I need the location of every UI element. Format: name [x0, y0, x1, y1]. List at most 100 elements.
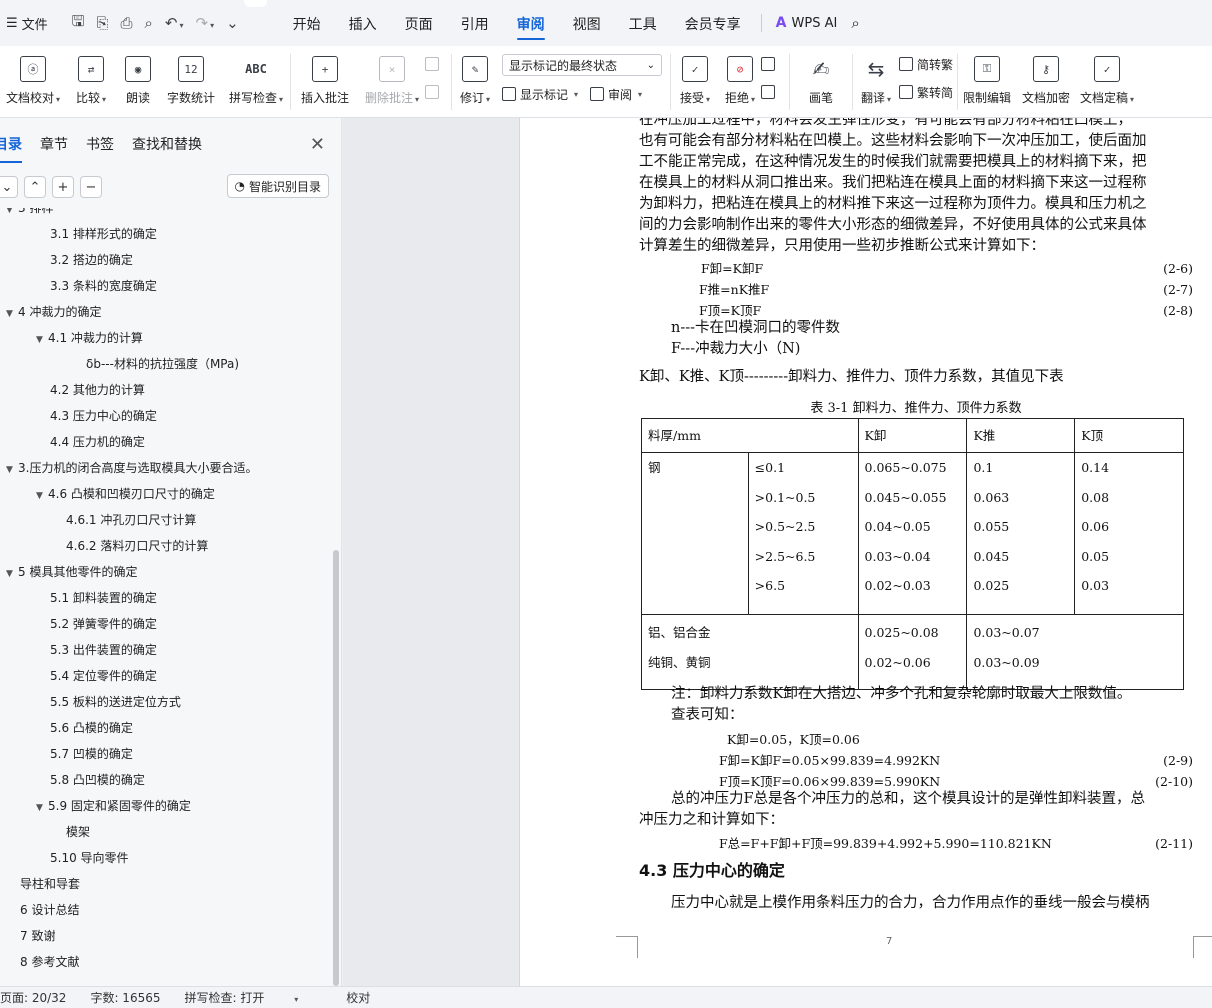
- toc-item[interactable]: ▼ 3.压力机的闭合高度与选取模具大小要合适。: [6, 455, 257, 481]
- save-icon[interactable]: 🖫: [72, 11, 85, 36]
- reject-button[interactable]: ⊘ 拒绝 ▾: [719, 46, 761, 118]
- document-tab[interactable]: [244, 0, 267, 7]
- more-icon[interactable]: ⌄: [226, 14, 239, 32]
- tab-review[interactable]: 审阅: [503, 0, 559, 46]
- compare-button[interactable]: ⇄ 比较 ▾: [66, 46, 116, 118]
- toc-item[interactable]: 4.4 压力机的确定: [50, 429, 145, 455]
- next-change-icon[interactable]: [761, 85, 775, 99]
- toc-item[interactable]: ▼ 5 模具其他零件的确定: [6, 559, 137, 585]
- wps-ai-button[interactable]: A WPS AI: [776, 15, 838, 31]
- toc-item[interactable]: ▼ 4.6 凸模和凹模刃口尺寸的确定: [36, 481, 215, 507]
- toc-item[interactable]: 3.3 条料的宽度确定: [50, 273, 157, 299]
- toc-item[interactable]: ▼ 4 冲裁力的确定: [6, 299, 101, 325]
- toc-item[interactable]: ▼ 5.9 固定和紧固零件的确定: [36, 793, 191, 819]
- toc-item[interactable]: 5.8 凸凹模的确定: [50, 767, 145, 793]
- doc-check-button[interactable]: ⓐ 文档校对 ▾: [0, 46, 66, 118]
- show-markup-button[interactable]: 显示标记: [520, 86, 568, 103]
- toc-item[interactable]: 5.2 弹簧零件的确定: [50, 611, 157, 637]
- nav-tab-toc[interactable]: 目录: [0, 134, 22, 163]
- to-traditional-button[interactable]: 简转繁: [899, 54, 957, 74]
- add-heading-icon[interactable]: +: [52, 176, 74, 198]
- smart-toc-button[interactable]: ◔ 智能识别目录: [226, 174, 329, 198]
- toc-item[interactable]: 4.2 其他力的计算: [50, 377, 145, 403]
- print-icon[interactable]: ⎙: [120, 14, 132, 32]
- encrypt-button[interactable]: ⚷ 文档加密: [1016, 46, 1076, 118]
- toc-item[interactable]: 4.6.2 落料刃口尺寸的计算: [66, 533, 208, 559]
- nav-tab-bookmarks[interactable]: 书签: [86, 134, 114, 154]
- ink-button[interactable]: ✍ 画笔: [790, 46, 852, 118]
- read-aloud-button[interactable]: ◉ 朗读: [116, 46, 160, 118]
- insert-comment-button[interactable]: + 插入批注: [291, 46, 359, 118]
- tab-insert[interactable]: 插入: [335, 0, 391, 46]
- print-preview-icon[interactable]: ⌕: [144, 14, 152, 32]
- export-icon[interactable]: ⎘: [96, 14, 108, 32]
- wps-ai-label: WPS AI: [791, 15, 838, 31]
- tab-references[interactable]: 引用: [447, 0, 503, 46]
- spell-check-indicator[interactable]: 拼写检查: 打开 ▾: [185, 989, 323, 1006]
- expand-caret-icon[interactable]: ▼: [36, 483, 48, 509]
- toc-item[interactable]: 5.4 定位零件的确定: [50, 663, 157, 689]
- toc-item[interactable]: 3.2 搭边的确定: [50, 247, 133, 273]
- toc-item[interactable]: 4.6.1 冲孔刃口尺寸计算: [66, 507, 196, 533]
- toc-item[interactable]: 7 致谢: [20, 923, 55, 949]
- toc-item[interactable]: 4.3 压力中心的确定: [50, 403, 157, 429]
- tab-tools[interactable]: 工具: [615, 0, 671, 46]
- toc-item[interactable]: 5.10 导向零件: [50, 845, 129, 871]
- tab-view[interactable]: 视图: [559, 0, 615, 46]
- to-simplified-button[interactable]: 繁转简: [899, 82, 957, 102]
- document-page[interactable]: 在冲压加工过程中，材料会发生弹性形变，有可能会有部分材料粘在凸模上， 也有可能会…: [519, 118, 1212, 986]
- accept-button[interactable]: ✓ 接受 ▾: [671, 46, 719, 118]
- review-pane-button[interactable]: 审阅: [608, 86, 632, 103]
- toc-scrollbar[interactable]: [333, 550, 339, 986]
- toc-item[interactable]: 模架: [66, 819, 90, 845]
- prev-change-icon[interactable]: [761, 57, 775, 71]
- toc-item[interactable]: ▼ 4.1 冲裁力的计算: [36, 325, 143, 351]
- toc-item[interactable]: ▼ 3 排样: [6, 208, 53, 221]
- search-icon[interactable]: ⌕: [851, 14, 859, 32]
- expand-up-icon[interactable]: ⌃: [24, 176, 46, 198]
- toc-item[interactable]: 5.5 板料的送进定位方式: [50, 689, 181, 715]
- toc-item[interactable]: 5.3 出件装置的确定: [50, 637, 157, 663]
- page-indicator[interactable]: 页面: 20/32: [0, 989, 66, 1006]
- delete-comment-button[interactable]: × 删除批注 ▾: [359, 46, 425, 118]
- toc-item[interactable]: 5.6 凸模的确定: [50, 715, 133, 741]
- expand-caret-icon[interactable]: ▼: [6, 561, 18, 587]
- expand-caret-icon[interactable]: ▼: [36, 327, 48, 353]
- expand-caret-icon[interactable]: ▼: [36, 795, 48, 821]
- markup-state-dropdown[interactable]: 显示标记的最终状态 ⌄: [502, 54, 662, 76]
- nav-tab-find-replace[interactable]: 查找和替换: [132, 134, 202, 154]
- undo-icon[interactable]: ↶ ▾: [165, 14, 184, 32]
- remove-heading-icon[interactable]: −: [80, 176, 102, 198]
- tab-member[interactable]: 会员专享: [671, 0, 755, 46]
- toc-item[interactable]: 5.1 卸料装置的确定: [50, 585, 157, 611]
- spell-check-button[interactable]: ABC 拼写检查 ▾: [222, 46, 290, 118]
- toc-item[interactable]: 导柱和导套: [20, 871, 80, 897]
- expand-caret-icon[interactable]: ▼: [6, 301, 18, 327]
- proofread-indicator[interactable]: 校对: [346, 989, 370, 1006]
- expand-caret-icon[interactable]: ▼: [6, 208, 18, 223]
- prev-comment-icon[interactable]: [425, 57, 439, 71]
- toc-item[interactable]: 3.1 排样形式的确定: [50, 221, 157, 247]
- word-count-indicator[interactable]: 字数: 16565: [90, 989, 160, 1006]
- track-changes-button[interactable]: ✎ 修订 ▾: [452, 46, 498, 118]
- expand-caret-icon[interactable]: ▼: [6, 457, 18, 483]
- tab-page[interactable]: 页面: [391, 0, 447, 46]
- finalize-button[interactable]: ✓ 文档定稿 ▾: [1076, 46, 1138, 118]
- file-menu[interactable]: ☰ 文件: [0, 14, 54, 33]
- word-count-button[interactable]: 12 字数统计: [160, 46, 222, 118]
- equation-number: (2-11): [1155, 836, 1193, 851]
- toc-item[interactable]: δb---材料的抗拉强度（MPa): [86, 351, 239, 377]
- translate-button[interactable]: ⇆ 翻译 ▾: [853, 46, 899, 118]
- toc-item[interactable]: 6 设计总结: [20, 897, 79, 923]
- close-icon[interactable]: ✕: [310, 134, 325, 155]
- toc-item[interactable]: 5.7 凹模的确定: [50, 741, 133, 767]
- encrypt-icon: ⚷: [1033, 56, 1059, 82]
- next-comment-icon[interactable]: [425, 85, 439, 99]
- nav-tab-sections[interactable]: 章节: [40, 134, 68, 154]
- collapse-all-icon[interactable]: ⌄: [0, 176, 18, 198]
- restrict-edit-button[interactable]: ⚿ 限制编辑: [958, 46, 1016, 118]
- finalize-label: 文档定稿: [1079, 91, 1128, 105]
- redo-icon[interactable]: ↷ ▾: [195, 14, 214, 32]
- toc-item[interactable]: 8 参考文献: [20, 949, 79, 975]
- tab-home[interactable]: 开始: [279, 0, 335, 46]
